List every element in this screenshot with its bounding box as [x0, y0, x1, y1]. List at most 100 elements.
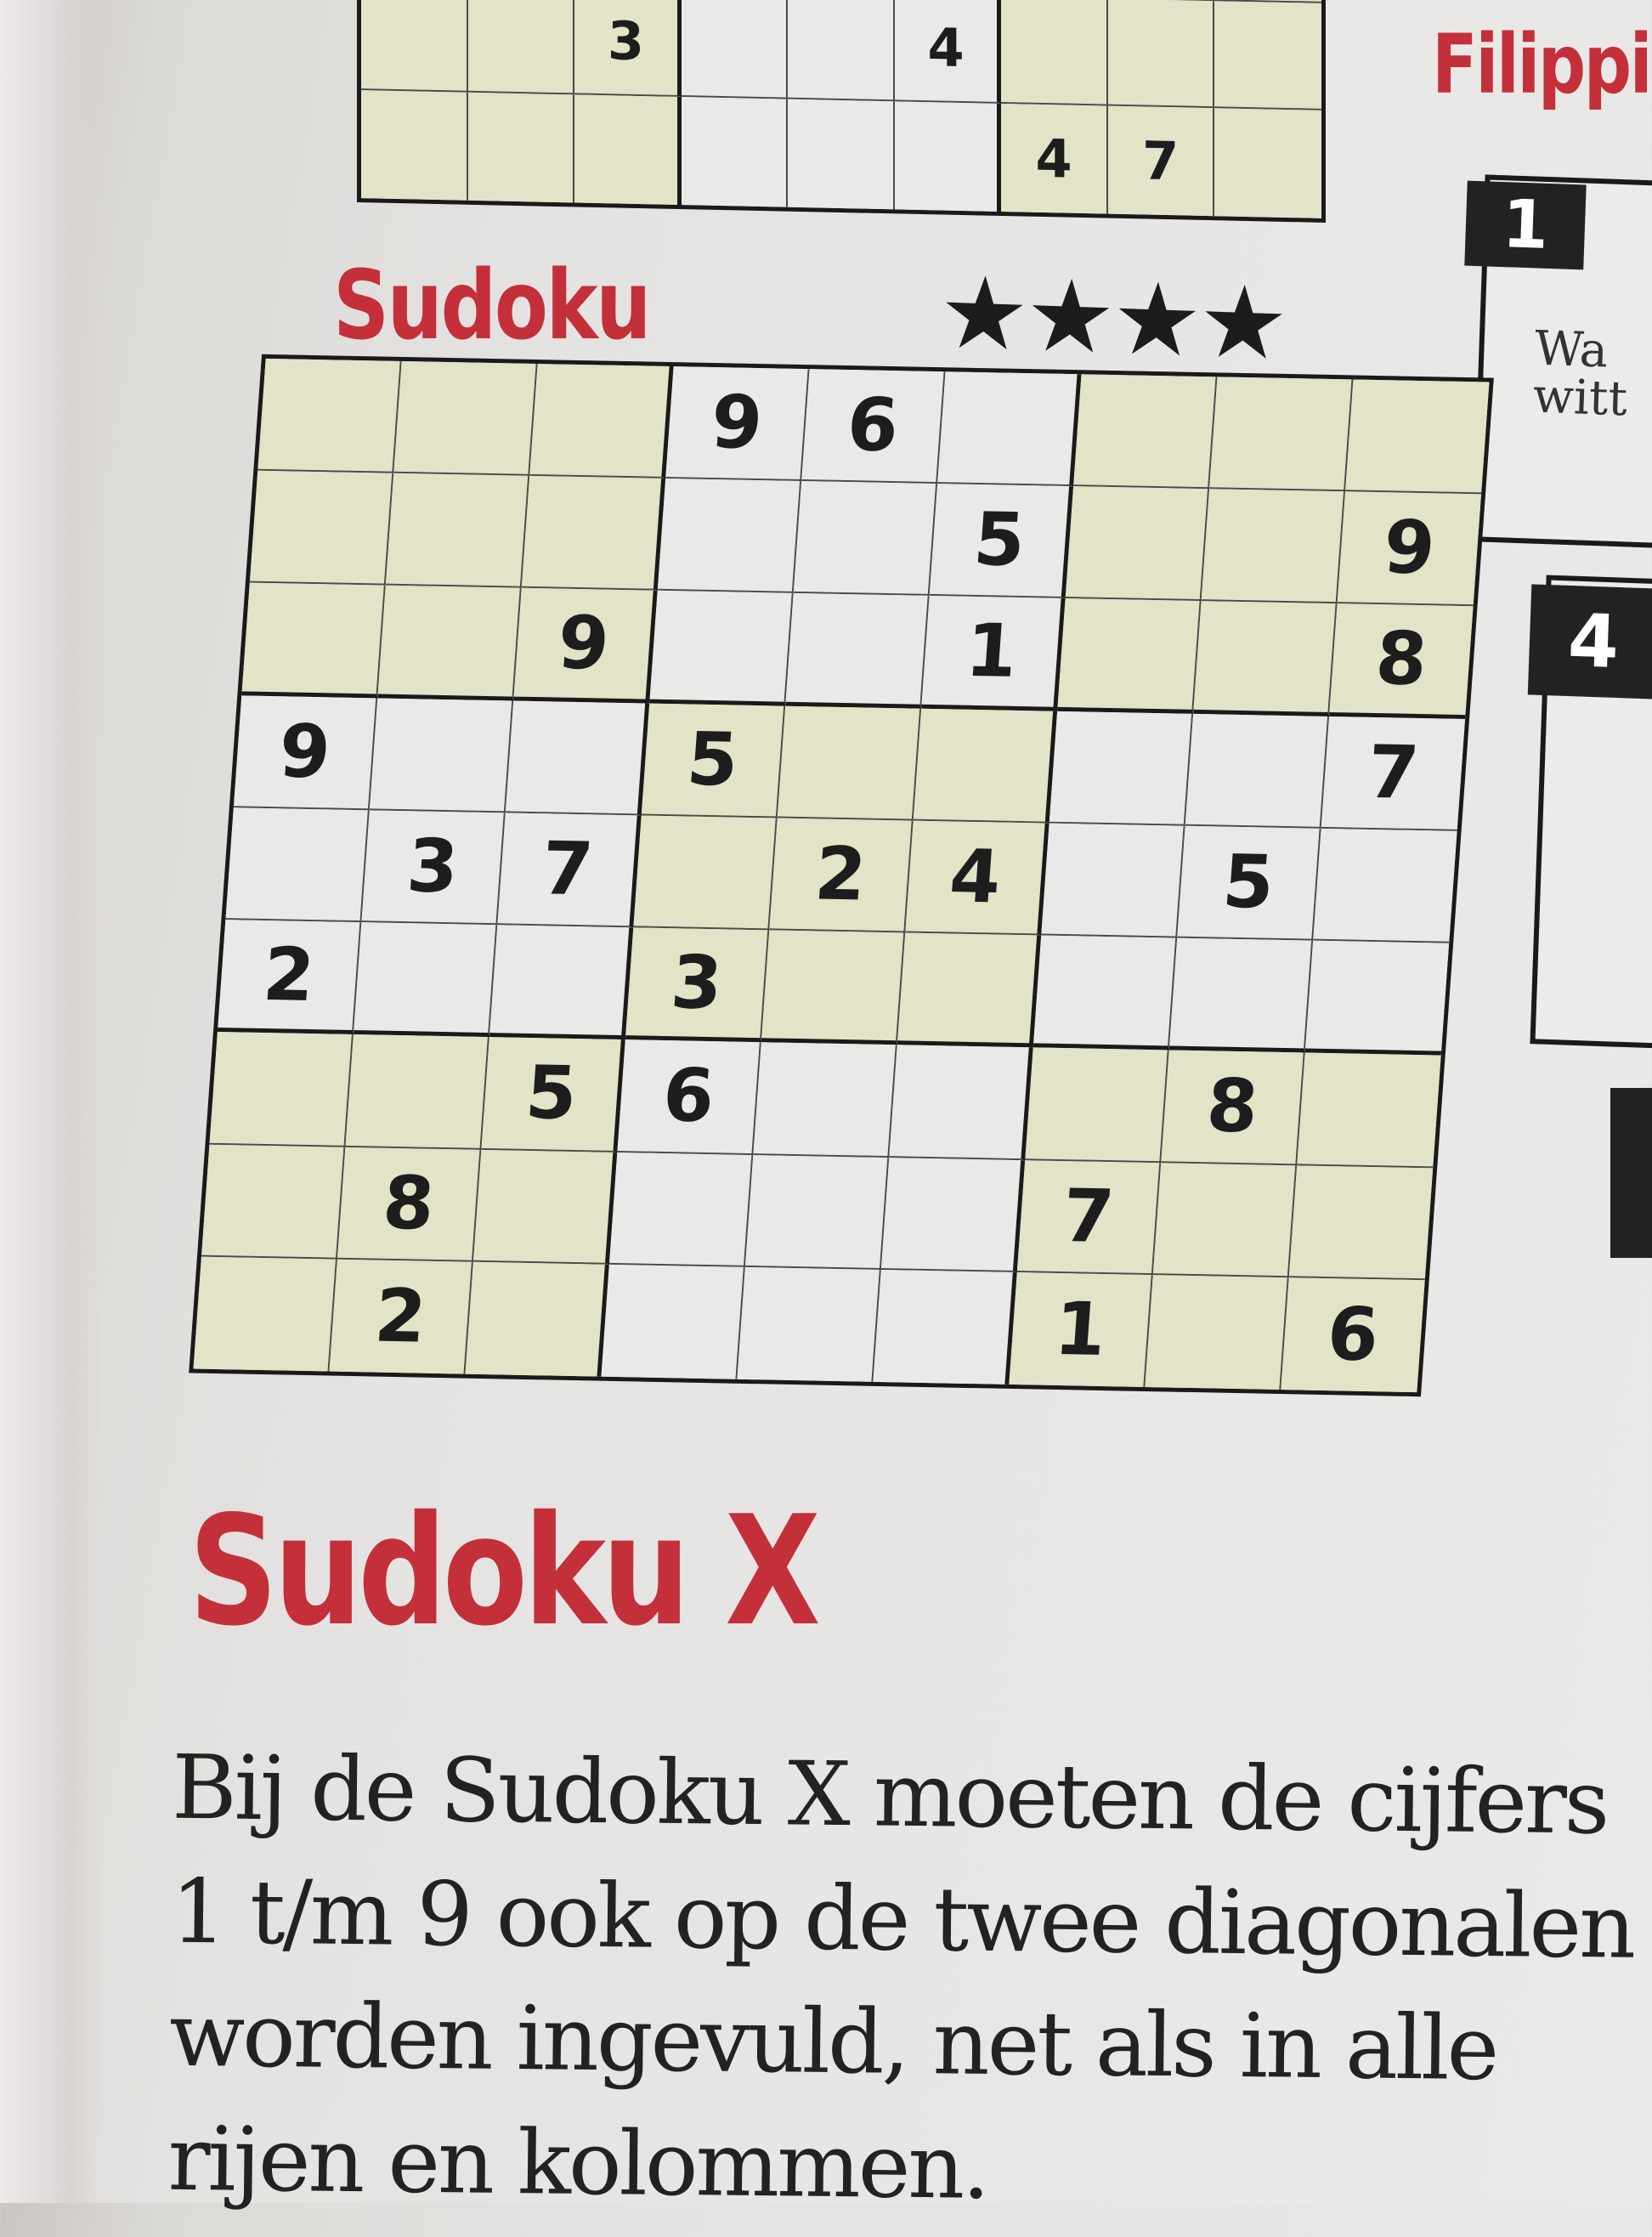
sudoku-cell: [1209, 377, 1354, 492]
top-puzzle-grid: 5683447: [357, 0, 1326, 223]
sudoku-cell: [1032, 935, 1178, 1051]
sudoku-cell: 7: [1107, 105, 1215, 217]
sudoku-cell: [788, 0, 895, 102]
sudoku-cell: [467, 93, 575, 203]
sudoku-cell: [681, 0, 789, 100]
sudoku-cell: 5: [929, 484, 1074, 599]
sudoku-cell: 1: [921, 596, 1066, 711]
sudoku-cell: 2: [217, 920, 362, 1035]
side-puzzle-box-5: [1610, 1088, 1652, 1258]
side-puzzle-number-4: 4: [1527, 584, 1652, 699]
sudoku-cell: [369, 698, 514, 813]
sudoku-cell: 3: [574, 0, 682, 98]
side-puzzle-number-1: 1: [1464, 180, 1587, 270]
sudoku-cell: [467, 0, 575, 95]
sudoku-cell: [393, 360, 538, 477]
sudoku-cell: 3: [625, 927, 770, 1043]
sudoku-cell: 1: [1009, 1271, 1153, 1387]
sudoku-cell: [1049, 711, 1194, 826]
sudoku-cell: [1107, 0, 1215, 109]
sudoku-cell: 7: [497, 813, 642, 928]
sudoku-cell: 8: [1161, 1050, 1305, 1165]
sudoku-cell: [793, 481, 938, 597]
sudoku-cell: [489, 925, 634, 1040]
sudoku-cell: 9: [233, 695, 378, 811]
sudoku-cell: [1345, 379, 1490, 495]
sudoku-cell: [913, 708, 1058, 824]
sudoku-cell: [361, 90, 468, 201]
sudoku-cell: [1041, 823, 1185, 938]
sudoku-cell: [385, 473, 530, 589]
sudoku-cell: [529, 364, 674, 479]
sudoku-cell: [225, 807, 370, 923]
sudoku-cell: [1168, 937, 1314, 1053]
sudoku-cell: 8: [1329, 603, 1474, 719]
sudoku-cell: [353, 922, 498, 1038]
sudoku-cell: [681, 97, 789, 207]
sudoku-cell: [937, 371, 1082, 487]
sudoku-cell: [1297, 1052, 1441, 1168]
sudoku-cell: [785, 593, 930, 709]
sudoku-cell: [193, 1256, 337, 1372]
sudoku-cell: [649, 591, 794, 706]
sudoku-cell: [1025, 1047, 1169, 1163]
sudoku-cell: [1214, 108, 1321, 218]
sudoku-cell: [1313, 828, 1457, 943]
sudoku-cell: [601, 1264, 745, 1379]
sudoku-cell: [241, 583, 386, 699]
sudoku-cell: 2: [329, 1259, 473, 1374]
sudoku-cell: [1065, 486, 1210, 602]
sudoku-cell: 9: [665, 366, 810, 482]
sudoku-cell: [788, 99, 895, 210]
sudoku-cell: [465, 1261, 609, 1377]
right-column-title: Filippi: [1432, 17, 1652, 112]
difficulty-stars: ★★★★: [936, 252, 1287, 383]
sudoku-title: Sudoku: [333, 251, 652, 361]
sudoku-cell: [608, 1152, 754, 1267]
sudoku-cell: [345, 1034, 489, 1150]
sudoku-cell: [1152, 1162, 1298, 1277]
sudoku-cell: [249, 470, 394, 586]
sudoku-cell: [753, 1042, 897, 1158]
sudoku-cell: [873, 1269, 1017, 1385]
sudoku-cell: [894, 101, 1002, 212]
sudoku-x-description: Bij de Sudoku X moeten de cijfers 1 t/m …: [167, 1735, 1634, 2219]
sudoku-cell: 7: [1321, 716, 1466, 831]
sudoku-cell: [777, 705, 922, 821]
sudoku-cell: [897, 932, 1042, 1048]
sudoku-cell: [361, 0, 468, 93]
sudoku-cell: 5: [481, 1037, 625, 1152]
sudoku-cell: [574, 94, 682, 206]
sudoku-cell: [257, 358, 402, 474]
sudoku-cell: [1201, 489, 1346, 604]
sudoku-cell: [377, 586, 522, 701]
sudoku-cell: 4: [894, 0, 1002, 105]
sudoku-cell: [737, 1266, 881, 1382]
side-puzzle-text-1: Wa witt: [1531, 320, 1629, 428]
sudoku-cell: 5: [1177, 825, 1321, 941]
sudoku-cell: 6: [1281, 1277, 1425, 1393]
sudoku-cell: 6: [801, 369, 946, 484]
sudoku-cell: [633, 815, 778, 931]
sudoku-cell: 4: [905, 820, 1049, 936]
sudoku-cell: [1214, 0, 1321, 111]
sudoku-cell: [1073, 374, 1218, 490]
sudoku-cell: [1057, 598, 1202, 714]
sudoku-cell: [1185, 713, 1330, 829]
sudoku-cell: [889, 1045, 1033, 1160]
sudoku-cell: [761, 930, 906, 1045]
sudoku-cell: 2: [769, 818, 914, 933]
sudoku-cell: [1304, 940, 1450, 1056]
sudoku-cell: [201, 1144, 346, 1260]
sudoku-x-title: Sudoku X: [189, 1483, 821, 1659]
sudoku-cell: 5: [641, 703, 786, 818]
sudoku-cell: 3: [361, 810, 506, 926]
sudoku-cell: 7: [1016, 1159, 1162, 1275]
sudoku-cell: [1193, 601, 1338, 716]
sudoku-cell: [521, 476, 666, 592]
sudoku-cell: [657, 479, 802, 594]
sudoku-cell: [505, 700, 650, 816]
sudoku-cell: 9: [1337, 491, 1482, 607]
sudoku-cell: 4: [1001, 104, 1108, 214]
sudoku-cell: [744, 1154, 890, 1270]
